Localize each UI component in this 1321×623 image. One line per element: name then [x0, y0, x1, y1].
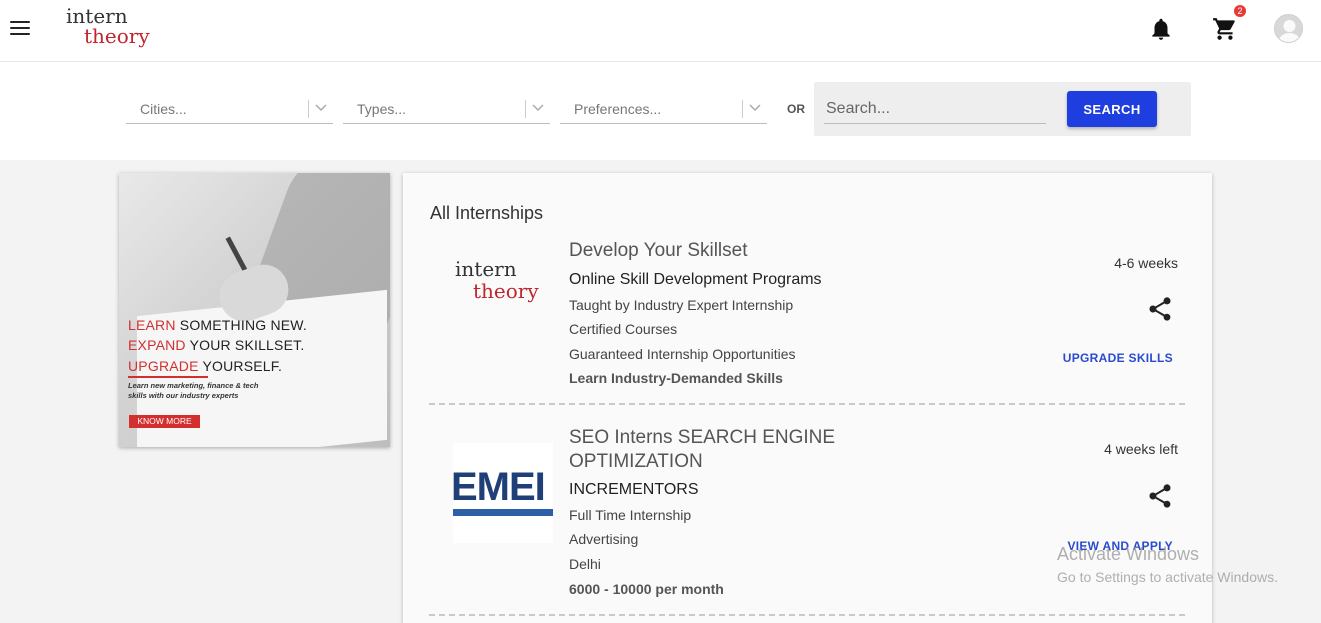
cart-count-badge: 2 [1234, 5, 1246, 17]
chevron-down-icon[interactable] [748, 100, 762, 114]
internship-stipend: 6000 - 10000 per month [569, 581, 724, 597]
banner-line-2-highlight: EXPAND [128, 337, 186, 353]
internship-meta-1: Taught by Industry Expert Internship [569, 297, 794, 313]
banner-line-1-text: SOMETHING NEW. [175, 317, 308, 333]
cities-placeholder: Cities... [140, 101, 187, 117]
banner-subtext-1: Learn new marketing, finance & tech [128, 381, 259, 390]
chevron-down-icon[interactable] [314, 100, 328, 114]
internship-deadline: 4 weeks left [1104, 441, 1178, 457]
internship-meta-2: Certified Courses [569, 321, 678, 337]
internship-card[interactable]: intern theory Develop Your Skillset Onli… [429, 231, 1185, 405]
logo-blue-stripe [453, 509, 553, 516]
internship-duration: 4-6 weeks [1114, 255, 1178, 271]
types-placeholder: Types... [357, 101, 407, 117]
banner-line-3: UPGRADE YOURSELF. [128, 358, 282, 374]
internship-highlight: Learn Industry-Demanded Skills [569, 370, 783, 386]
company-name: INCREMENTORS [569, 481, 699, 498]
promo-banner[interactable]: LEARN SOMETHING NEW. EXPAND YOUR SKILLSE… [119, 173, 390, 447]
internship-card[interactable]: EMEI SEO Interns SEARCH ENGINE OPTIMIZAT… [429, 418, 1185, 616]
listing-title: All Internships [430, 203, 544, 223]
know-more-button[interactable]: KNOW MORE [129, 415, 200, 428]
view-and-apply-button[interactable]: VIEW AND APPLY [1067, 539, 1173, 553]
preferences-select[interactable]: Preferences... [560, 96, 767, 124]
hamburger-menu-icon[interactable] [10, 21, 30, 37]
select-separator [308, 100, 309, 118]
select-separator [742, 100, 743, 118]
banner-line-1: LEARN SOMETHING NEW. [128, 317, 307, 333]
types-select[interactable]: Types... [343, 96, 550, 124]
banner-line-3-text: YOURSELF. [198, 358, 283, 374]
logo-line2: theory [84, 24, 150, 48]
internship-listing-panel: All Internships intern theory Develop Yo… [403, 173, 1212, 623]
user-profile-icon [1278, 20, 1301, 42]
preferences-placeholder: Preferences... [574, 101, 662, 117]
logo-line1: intern [66, 4, 128, 28]
banner-line-3-highlight: UPGRADE [128, 358, 199, 374]
notification-bell-icon[interactable] [1148, 16, 1174, 42]
banner-line-2: EXPAND YOUR SKILLSET. [128, 337, 304, 353]
banner-line-1-highlight: LEARN [128, 317, 176, 333]
incrementors-company-logo: EMEI [453, 443, 553, 543]
internship-title[interactable]: Develop Your Skillset [569, 239, 869, 263]
internship-category: Advertising [569, 531, 639, 547]
company-logo-line1: intern [455, 257, 517, 281]
logo-text: EMEI [453, 465, 546, 509]
internship-title[interactable]: SEO Interns SEARCH ENGINE OPTIMIZATION [569, 426, 869, 474]
cities-select[interactable]: Cities... [126, 96, 333, 124]
upgrade-skills-button[interactable]: UPGRADE SKILLS [1063, 351, 1173, 365]
banner-subtext-2: skills with our industry experts [128, 391, 239, 400]
or-label: OR [787, 102, 805, 116]
search-box: SEARCH [814, 82, 1191, 136]
intern-theory-logo[interactable]: intern theory [62, 4, 152, 54]
banner-line-2-text: YOUR SKILLSET. [185, 337, 305, 353]
user-avatar[interactable] [1274, 14, 1303, 43]
search-input[interactable] [824, 94, 1046, 124]
chevron-down-icon[interactable] [531, 100, 545, 114]
select-separator [525, 100, 526, 118]
top-header: intern theory 2 [0, 0, 1321, 62]
company-name: Online Skill Development Programs [569, 271, 822, 288]
internship-meta-3: Guaranteed Internship Opportunities [569, 346, 796, 362]
share-icon[interactable] [1146, 295, 1174, 323]
share-icon[interactable] [1146, 482, 1174, 510]
banner-underline [128, 376, 208, 378]
company-logo-line2: theory [473, 279, 539, 303]
intern-theory-company-logo: intern theory [453, 247, 553, 347]
search-button[interactable]: SEARCH [1067, 91, 1157, 127]
internship-type: Full Time Internship [569, 507, 692, 523]
shopping-cart-icon[interactable] [1212, 16, 1238, 42]
internship-location: Delhi [569, 556, 601, 572]
